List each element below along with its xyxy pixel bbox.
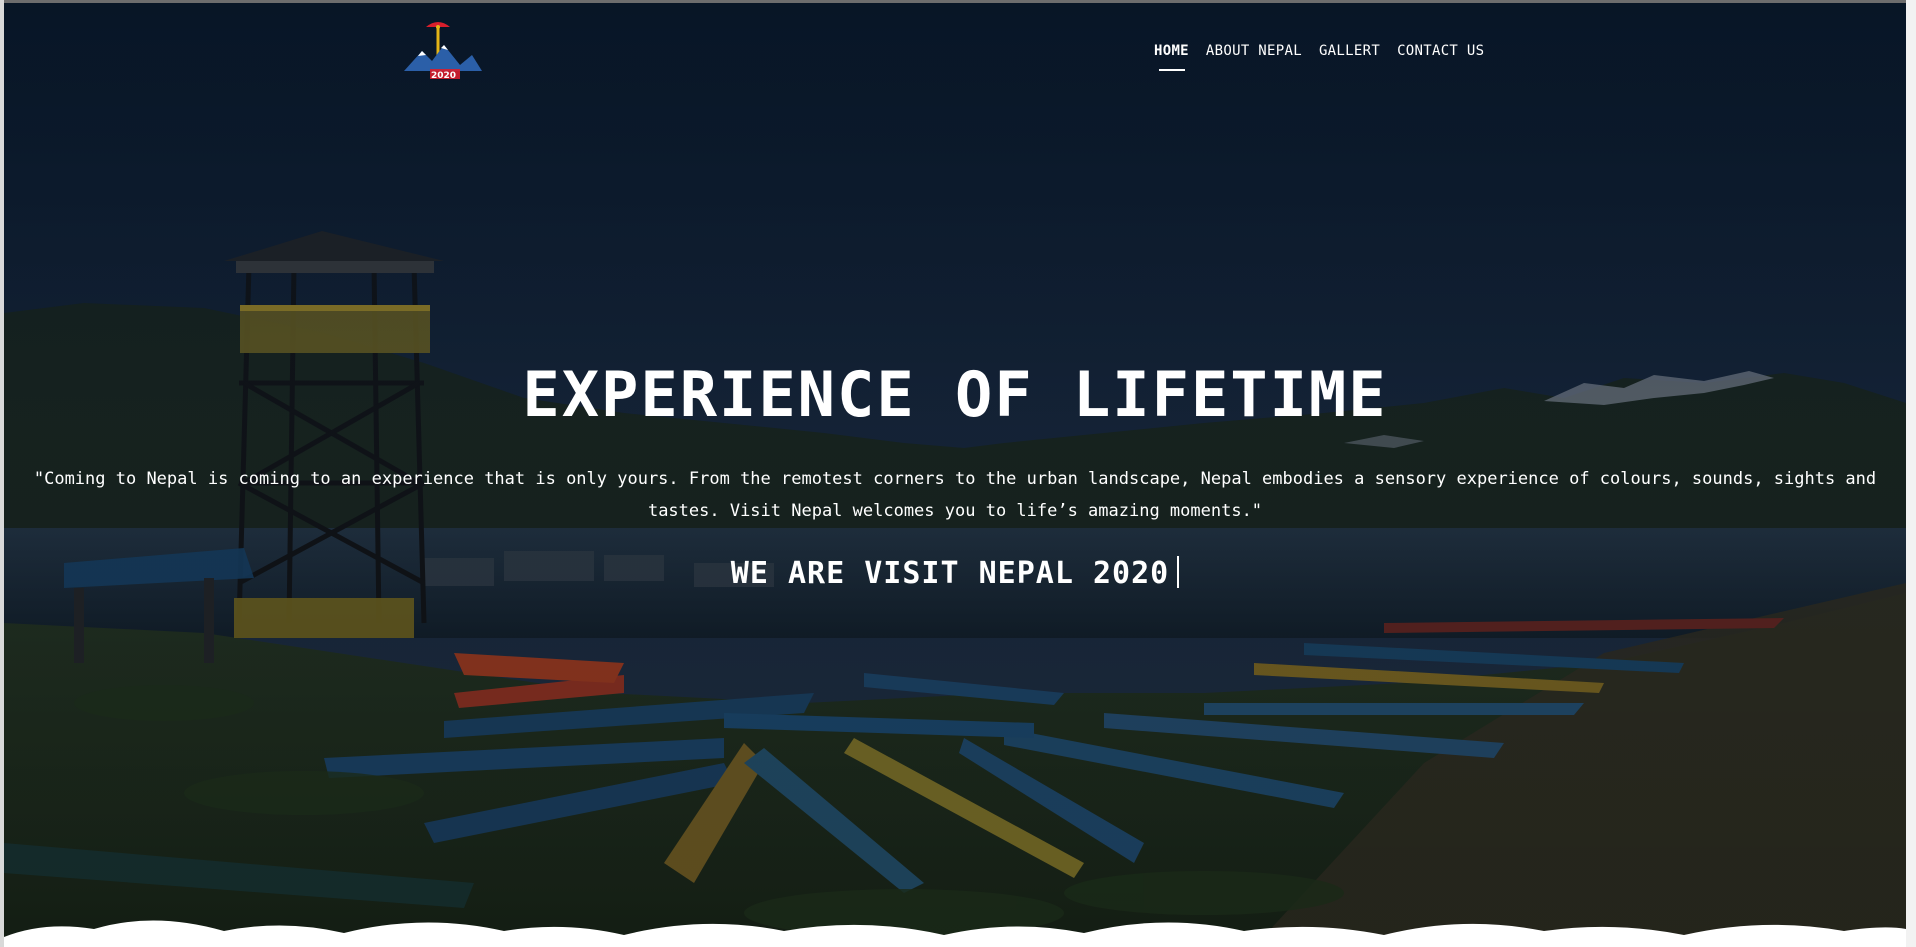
hero-title: EXPERIENCE OF LIFETIME — [522, 358, 1388, 431]
nav-home[interactable]: HOME — [1154, 43, 1189, 71]
cloud-divider — [4, 920, 1906, 947]
main-navigation: HOME ABOUT NEPAL GALLERT CONTACT US — [1154, 43, 1484, 71]
hero-tagline: WE ARE VISIT NEPAL 2020 — [730, 556, 1170, 591]
visit-nepal-logo-icon[interactable]: 2020 — [400, 15, 486, 91]
svg-text:2020: 2020 — [431, 71, 456, 81]
nav-contact-us[interactable]: CONTACT US — [1397, 43, 1484, 71]
nav-gallery[interactable]: GALLERT — [1319, 43, 1380, 71]
browser-viewport: 2020 HOME ABOUT NEPAL GALLERT CONTACT US… — [0, 0, 1916, 947]
window-right-border — [1906, 0, 1916, 947]
hero-tagline-wrapper: WE ARE VISIT NEPAL 2020 — [4, 556, 1906, 591]
hero-section: 2020 HOME ABOUT NEPAL GALLERT CONTACT US… — [4, 3, 1906, 947]
typing-cursor — [1177, 556, 1180, 588]
hero-quote: "Coming to Nepal is coming to an experie… — [33, 469, 1877, 521]
nav-about-nepal[interactable]: ABOUT NEPAL — [1206, 43, 1302, 71]
